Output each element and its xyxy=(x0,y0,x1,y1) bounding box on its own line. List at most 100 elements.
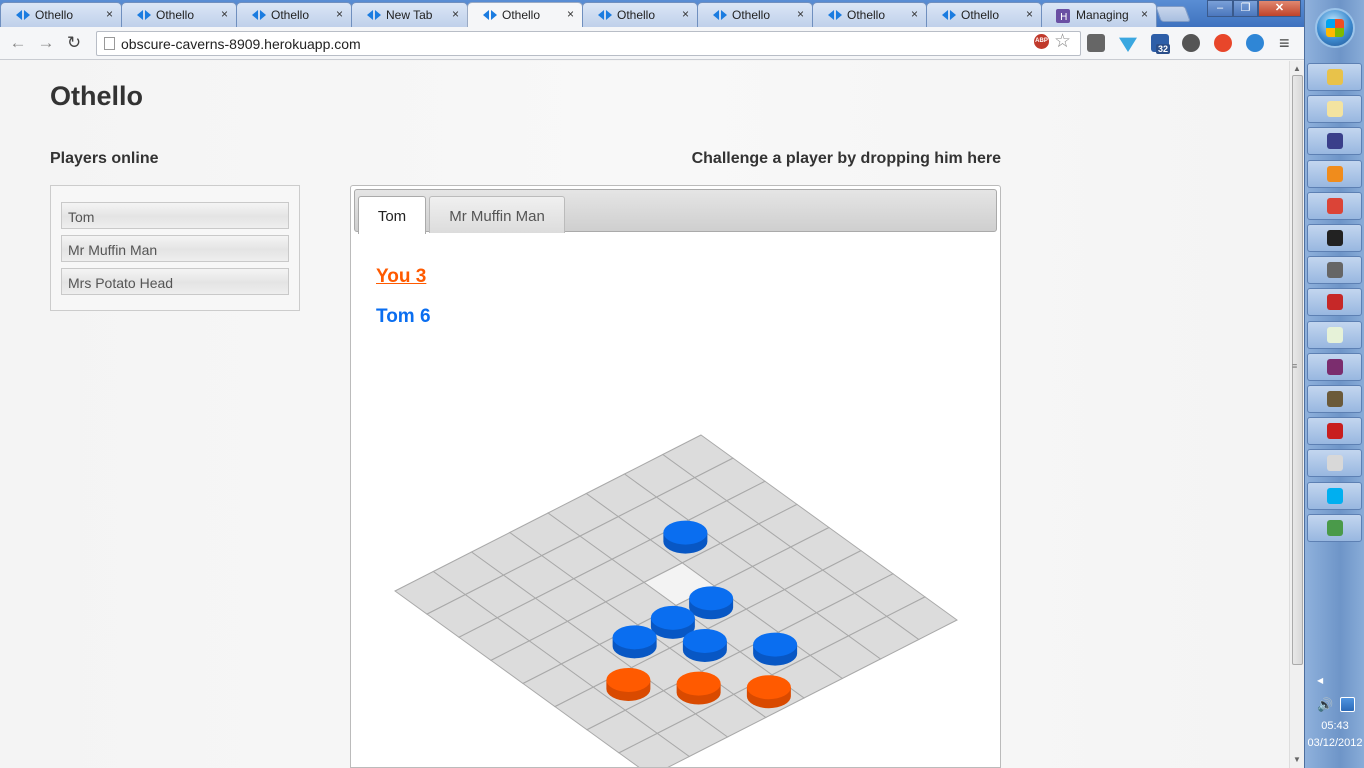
taskbar-explorer-button[interactable] xyxy=(1307,63,1362,91)
pocket-icon[interactable] xyxy=(1119,37,1137,52)
paint-icon xyxy=(1327,519,1343,536)
taskbar-eclipse-button[interactable] xyxy=(1307,127,1362,156)
page-scrollbar[interactable]: ▲ ≡ ▼ xyxy=(1289,61,1304,768)
start-button[interactable] xyxy=(1315,8,1355,48)
players-online-heading: Players online xyxy=(50,150,159,167)
browser-tab[interactable]: Othello × xyxy=(0,2,122,27)
address-bar[interactable]: obscure-caverns-8909.herokuapp.com xyxy=(96,31,1081,56)
tab-close-icon[interactable]: × xyxy=(911,7,918,21)
taskbar-winrar-button[interactable] xyxy=(1307,352,1362,381)
windows-taskbar: ◀ 🔊 05:43 03/12/2012 xyxy=(1304,0,1364,768)
player-item-mr-muffin-man[interactable]: Mr Muffin Man xyxy=(61,235,289,262)
adblock-icon[interactable]: ABP xyxy=(1034,34,1049,49)
piece-opponent xyxy=(612,625,657,659)
browser-tab[interactable]: Othello × xyxy=(236,2,352,27)
piece-opponent xyxy=(682,628,727,662)
players-online-list: Tom Mr Muffin Man Mrs Potato Head xyxy=(50,185,300,311)
tab-close-icon[interactable]: × xyxy=(1026,7,1033,21)
browser-tab-label: Othello xyxy=(156,8,195,22)
show-hidden-icons-icon[interactable]: ◀ xyxy=(1317,676,1323,685)
taskbar-skype-button[interactable] xyxy=(1307,481,1362,510)
close-window-button[interactable]: ✕ xyxy=(1258,0,1301,17)
ide-icon xyxy=(1327,391,1343,407)
browser-tab[interactable]: New Tab × xyxy=(351,2,468,27)
tab-close-icon[interactable]: × xyxy=(1141,7,1148,21)
reload-icon[interactable]: ↻ xyxy=(64,33,84,53)
svg-text:H: H xyxy=(1060,12,1068,23)
settings-icon xyxy=(1327,262,1343,279)
acrobat-icon xyxy=(1327,423,1343,440)
volume-icon[interactable]: 🔊 xyxy=(1317,697,1333,713)
othello-favicon-icon xyxy=(482,9,497,21)
browser-tab-label: Othello xyxy=(271,8,310,22)
piece-opponent xyxy=(663,520,708,554)
notepad-icon xyxy=(1327,101,1343,118)
browser-tab[interactable]: Othello × xyxy=(582,2,698,27)
tab-close-icon[interactable]: × xyxy=(336,7,343,21)
menu-icon[interactable]: ≡ xyxy=(1279,33,1290,54)
explorer-icon xyxy=(1327,69,1343,85)
player-item-tom[interactable]: Tom xyxy=(61,202,289,229)
othello-favicon-icon xyxy=(712,9,727,21)
browser-tab[interactable]: Othello × xyxy=(697,2,813,27)
heroku-icon: H xyxy=(1056,9,1070,23)
forward-icon[interactable]: → xyxy=(36,33,56,53)
file-icon xyxy=(1327,455,1343,472)
browser-tab[interactable]: Othello × xyxy=(467,2,583,28)
challenge-heading: Challenge a player by dropping him here xyxy=(691,150,1001,167)
taskbar-acrobat-button[interactable] xyxy=(1307,417,1362,446)
page-title: Othello xyxy=(50,81,143,111)
browser-tab[interactable]: Othello × xyxy=(812,2,927,27)
taskbar-paint-button[interactable] xyxy=(1307,513,1362,542)
browser-tab[interactable]: H Managing × xyxy=(1041,2,1157,27)
scroll-up-icon[interactable]: ▲ xyxy=(1293,64,1301,73)
othello-favicon-icon xyxy=(941,9,956,21)
othello-favicon-icon xyxy=(136,9,151,21)
taskbar-ide-button[interactable] xyxy=(1307,385,1362,413)
clock-date[interactable]: 03/12/2012 xyxy=(1305,737,1364,749)
skype-icon xyxy=(1327,487,1343,504)
othello-board[interactable] xyxy=(351,186,1000,767)
bookmark-star-icon[interactable]: ☆ xyxy=(1054,30,1071,53)
browser-toolbar: ← → ↻ obscure-caverns-8909.herokuapp.com… xyxy=(0,27,1304,60)
extension-icon-1[interactable] xyxy=(1087,34,1105,52)
taskbar-chrome-button[interactable] xyxy=(1307,191,1362,220)
back-icon[interactable]: ← xyxy=(8,33,28,53)
new-tab-button[interactable] xyxy=(1155,6,1191,22)
taskbar-filezilla-button[interactable] xyxy=(1307,288,1362,317)
taskbar-vlc-button[interactable] xyxy=(1307,159,1362,188)
tab-close-icon[interactable]: × xyxy=(106,7,113,21)
winrar-icon xyxy=(1327,358,1343,375)
extension-icon-4[interactable] xyxy=(1182,34,1200,52)
network-icon[interactable] xyxy=(1340,697,1355,712)
taskbar-cmd-button[interactable] xyxy=(1307,224,1362,252)
taskbar-notepad-button[interactable] xyxy=(1307,95,1362,124)
scroll-down-icon[interactable]: ▼ xyxy=(1293,755,1301,764)
stumbleupon-icon[interactable] xyxy=(1214,34,1232,52)
browser-tab[interactable]: Othello × xyxy=(926,2,1042,27)
tab-close-icon[interactable]: × xyxy=(452,7,459,21)
othello-favicon-icon xyxy=(366,9,381,21)
taskbar-settings-button[interactable] xyxy=(1307,256,1362,285)
player-item-mrs-potato-head[interactable]: Mrs Potato Head xyxy=(61,268,289,295)
maximize-button[interactable]: ❐ xyxy=(1233,0,1258,17)
minimize-button[interactable]: – xyxy=(1207,0,1233,17)
browser-tab-label: Othello xyxy=(35,8,74,22)
extension-badge: 32 xyxy=(1156,44,1171,54)
challenge-drop-zone[interactable]: Tom Mr Muffin Man You 3 Tom 6 xyxy=(350,185,1001,768)
browser-tab-strip: Othello × Othello × Othello × New Tab × Othello ×… xyxy=(0,0,1304,28)
tab-close-icon[interactable]: × xyxy=(797,7,804,21)
filezilla-icon xyxy=(1327,294,1343,311)
tab-close-icon[interactable]: × xyxy=(221,7,228,21)
piece-you xyxy=(676,671,721,705)
tab-close-icon[interactable]: × xyxy=(682,7,689,21)
taskbar-file-button[interactable] xyxy=(1307,449,1362,478)
tab-close-icon[interactable]: × xyxy=(567,7,574,21)
browser-tab[interactable]: Othello × xyxy=(121,2,237,27)
extension-icon-6[interactable] xyxy=(1246,34,1264,52)
vlc-icon xyxy=(1327,165,1343,182)
browser-tab-label: Othello xyxy=(847,8,886,22)
clock-time[interactable]: 05:43 xyxy=(1305,720,1364,732)
taskbar-notes-button[interactable] xyxy=(1307,320,1362,349)
url-text[interactable]: obscure-caverns-8909.herokuapp.com xyxy=(121,36,361,52)
